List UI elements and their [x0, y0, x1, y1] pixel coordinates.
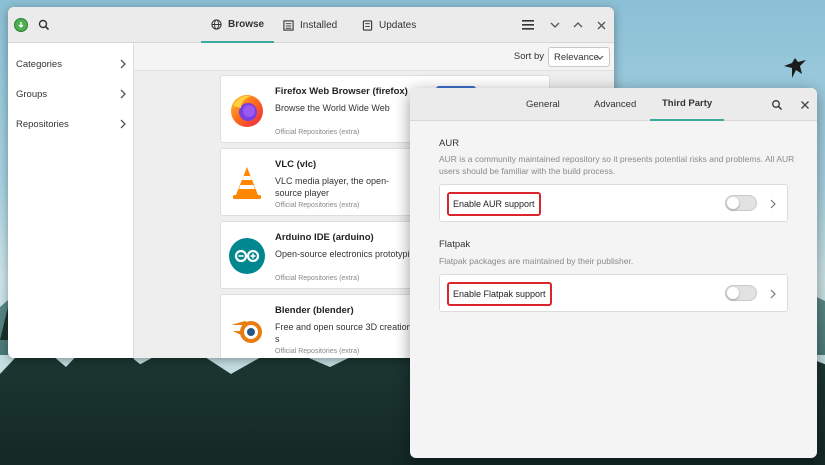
sort-dropdown[interactable]: Relevance	[548, 47, 610, 67]
app-repository: Official Repositories (extra)	[275, 348, 360, 355]
bird-silhouette-icon	[784, 58, 806, 78]
app-title: VLC (vlc)	[275, 159, 317, 170]
flatpak-section-description: Flatpak packages are maintained by their…	[439, 256, 634, 266]
header-bar: Browse Installed Updates	[8, 7, 614, 43]
tab-third-party[interactable]: Third Party	[650, 88, 725, 121]
tab-label: General	[526, 99, 560, 110]
aur-setting-label: Enable AUR support	[447, 192, 541, 216]
chevron-right-icon[interactable]	[769, 288, 777, 300]
close-icon[interactable]	[594, 18, 608, 32]
tab-label: Updates	[379, 19, 417, 31]
app-title: Blender (blender)	[275, 305, 354, 316]
flatpak-toggle-switch[interactable]	[725, 285, 757, 301]
app-description: Free and open source 3D creation s	[275, 322, 412, 344]
app-description: VLC media player, the open-source player	[275, 176, 390, 198]
close-icon[interactable]	[799, 99, 811, 111]
chevron-right-icon	[120, 89, 126, 99]
sidebar-item-groups[interactable]: Groups	[8, 79, 134, 109]
tab-label: Installed	[300, 19, 338, 31]
aur-toggle-switch[interactable]	[725, 195, 757, 211]
tab-label: Third Party	[662, 98, 713, 109]
blender-logo-icon	[231, 321, 262, 343]
sort-selected-value: Relevance	[554, 51, 599, 63]
tab-general[interactable]: General	[514, 88, 572, 121]
tab-browse[interactable]: Browse	[201, 7, 275, 43]
flatpak-setting-row[interactable]: Enable Flatpak support	[439, 274, 788, 312]
toggle-knob	[727, 287, 739, 299]
tab-label: Advanced	[594, 99, 637, 110]
aur-section-title: AUR	[439, 138, 460, 149]
app-repository: Official Repositories (extra)	[275, 275, 360, 282]
tab-label: Browse	[228, 18, 265, 30]
app-repository: Official Repositories (extra)	[275, 202, 360, 209]
hamburger-menu-icon[interactable]	[521, 18, 535, 32]
sort-bar: Sort by Relevance	[134, 43, 614, 71]
dialog-header: General Advanced Third Party	[410, 88, 817, 121]
chevron-up-icon[interactable]	[571, 18, 585, 32]
chevron-down-icon	[596, 55, 604, 60]
search-icon[interactable]	[37, 18, 51, 32]
aur-setting-row[interactable]: Enable AUR support	[439, 184, 788, 222]
tab-advanced[interactable]: Advanced	[582, 88, 648, 121]
chevron-right-icon[interactable]	[769, 198, 777, 210]
chevron-right-icon	[120, 59, 126, 69]
sidebar-item-label: Repositories	[16, 118, 69, 130]
arduino-logo-icon	[229, 238, 265, 274]
sidebar-item-repositories[interactable]: Repositories	[8, 109, 134, 139]
app-description: Open-source electronics prototypi	[275, 249, 410, 259]
app-description: Browse the World Wide Web	[275, 103, 390, 113]
aur-section-description: AUR is a community maintained repository…	[439, 154, 795, 176]
globe-icon	[211, 18, 222, 30]
vlc-cone-icon	[233, 167, 261, 199]
app-logo-icon	[14, 18, 28, 32]
app-repository: Official Repositories (extra)	[275, 129, 360, 136]
updates-icon	[362, 19, 373, 31]
chevron-down-icon[interactable]	[548, 18, 562, 32]
flatpak-setting-label: Enable Flatpak support	[447, 282, 552, 306]
sidebar-item-label: Groups	[16, 88, 48, 100]
tab-updates[interactable]: Updates	[352, 7, 426, 43]
installed-list-icon	[283, 19, 294, 31]
tab-installed[interactable]: Installed	[273, 7, 347, 43]
app-title: Firefox Web Browser (firefox)	[275, 86, 408, 97]
preferences-dialog: General Advanced Third Party AUR AUR is …	[410, 88, 817, 458]
app-title: Arduino IDE (arduino)	[275, 232, 374, 243]
toggle-knob	[727, 197, 739, 209]
sidebar: Categories Groups Repositories	[8, 43, 134, 358]
search-icon[interactable]	[771, 99, 783, 111]
sidebar-item-categories[interactable]: Categories	[8, 49, 134, 79]
firefox-logo-icon	[231, 95, 263, 127]
chevron-right-icon	[120, 119, 126, 129]
sort-label: Sort by	[513, 51, 544, 62]
flatpak-section-title: Flatpak	[439, 239, 471, 250]
sidebar-item-label: Categories	[16, 58, 62, 70]
